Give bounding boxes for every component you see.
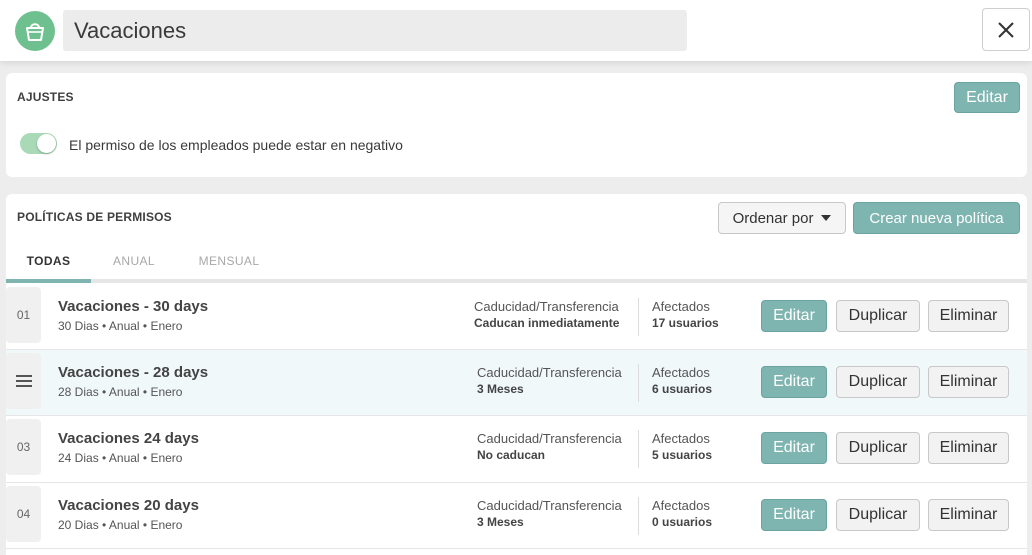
delete-button[interactable]: Eliminar [928, 499, 1009, 531]
affected-value: 5 usuarios [652, 448, 713, 462]
settings-title: AJUSTES [17, 90, 74, 104]
policies-title: POLÍTICAS DE PERMISOS [17, 210, 172, 224]
policy-title: Vacaciones 20 days [58, 497, 199, 514]
close-button[interactable] [982, 8, 1030, 51]
close-icon [998, 21, 1014, 38]
toggle-label: El permiso de los empleados puede estar … [69, 137, 403, 153]
policy-title: Vacaciones - 28 days [58, 364, 209, 381]
affected-value: 17 usuarios [652, 316, 719, 330]
sort-label: Ordenar por [732, 209, 814, 227]
edit-button[interactable]: Editar [761, 300, 827, 332]
expiry-label: Caducidad/Transferencia [477, 365, 622, 380]
policy-row[interactable]: 03 Vacaciones 24 days 24 Dias • Anual • … [6, 416, 1027, 483]
title-input[interactable]: Vacaciones [63, 10, 687, 51]
policy-title: Vacaciones 24 days [58, 430, 199, 447]
affected-label: Afectados [652, 431, 710, 446]
row-number: 01 [6, 287, 41, 343]
shopping-bag-icon [15, 11, 55, 51]
drag-handle-icon [15, 375, 32, 387]
column-divider [638, 364, 639, 402]
expiry-value: Caducan inmediatamente [474, 316, 620, 330]
affected-value: 0 usuarios [652, 515, 713, 529]
settings-panel: AJUSTES Editar El permiso de los emplead… [6, 73, 1027, 177]
column-divider [638, 497, 639, 535]
policy-row[interactable]: 01 Vacaciones - 30 days 30 Dias • Anual … [6, 284, 1027, 350]
edit-button[interactable]: Editar [761, 432, 827, 464]
affected-label: Afectados [652, 365, 710, 380]
delete-button[interactable]: Eliminar [928, 300, 1009, 332]
duplicate-button[interactable]: Duplicar [836, 432, 920, 464]
edit-button[interactable]: Editar [761, 499, 827, 531]
policy-title: Vacaciones - 30 days [58, 298, 209, 315]
duplicate-button[interactable]: Duplicar [836, 300, 920, 332]
policy-subtitle: 20 Dias • Anual • Enero [58, 518, 183, 532]
drag-handle[interactable] [6, 353, 41, 409]
edit-button[interactable]: Editar [761, 366, 827, 398]
duplicate-button[interactable]: Duplicar [836, 366, 920, 398]
toggle-knob [37, 134, 56, 153]
column-divider [638, 430, 639, 468]
expiry-value: 3 Meses [477, 382, 524, 396]
negative-balance-toggle[interactable] [20, 133, 57, 154]
expiry-label: Caducidad/Transferencia [477, 498, 622, 513]
policy-subtitle: 30 Dias • Anual • Enero [58, 319, 183, 333]
expiry-label: Caducidad/Transferencia [474, 299, 619, 314]
affected-value: 6 usuarios [652, 382, 713, 396]
policies-panel: POLÍTICAS DE PERMISOS Ordenar por Crear … [6, 194, 1027, 555]
delete-button[interactable]: Eliminar [928, 432, 1009, 464]
policy-subtitle: 28 Dias • Anual • Enero [58, 385, 183, 399]
row-number: 04 [6, 486, 41, 542]
tab-todas[interactable]: TODAS [6, 250, 91, 283]
expiry-value: 3 Meses [477, 515, 524, 529]
sort-dropdown[interactable]: Ordenar por [718, 202, 846, 234]
expiry-label: Caducidad/Transferencia [477, 431, 622, 446]
tab-anual[interactable]: ANUAL [91, 250, 177, 283]
policy-row[interactable]: Vacaciones - 28 days 28 Dias • Anual • E… [6, 350, 1027, 416]
policy-row[interactable]: 04 Vacaciones 20 days 20 Dias • Anual • … [6, 483, 1027, 549]
expiry-value: No caducan [477, 448, 546, 462]
chevron-down-icon [821, 215, 832, 221]
top-bar: Vacaciones [0, 0, 1032, 61]
duplicate-button[interactable]: Duplicar [836, 499, 920, 531]
policy-subtitle: 24 Dias • Anual • Enero [58, 451, 183, 465]
column-divider [638, 298, 639, 336]
delete-button[interactable]: Eliminar [928, 366, 1009, 398]
row-number: 03 [6, 419, 41, 475]
affected-label: Afectados [652, 498, 710, 513]
create-policy-button[interactable]: Crear nueva política [853, 202, 1020, 234]
tab-mensual[interactable]: MENSUAL [177, 250, 281, 283]
settings-edit-button[interactable]: Editar [954, 82, 1020, 113]
affected-label: Afectados [652, 299, 710, 314]
